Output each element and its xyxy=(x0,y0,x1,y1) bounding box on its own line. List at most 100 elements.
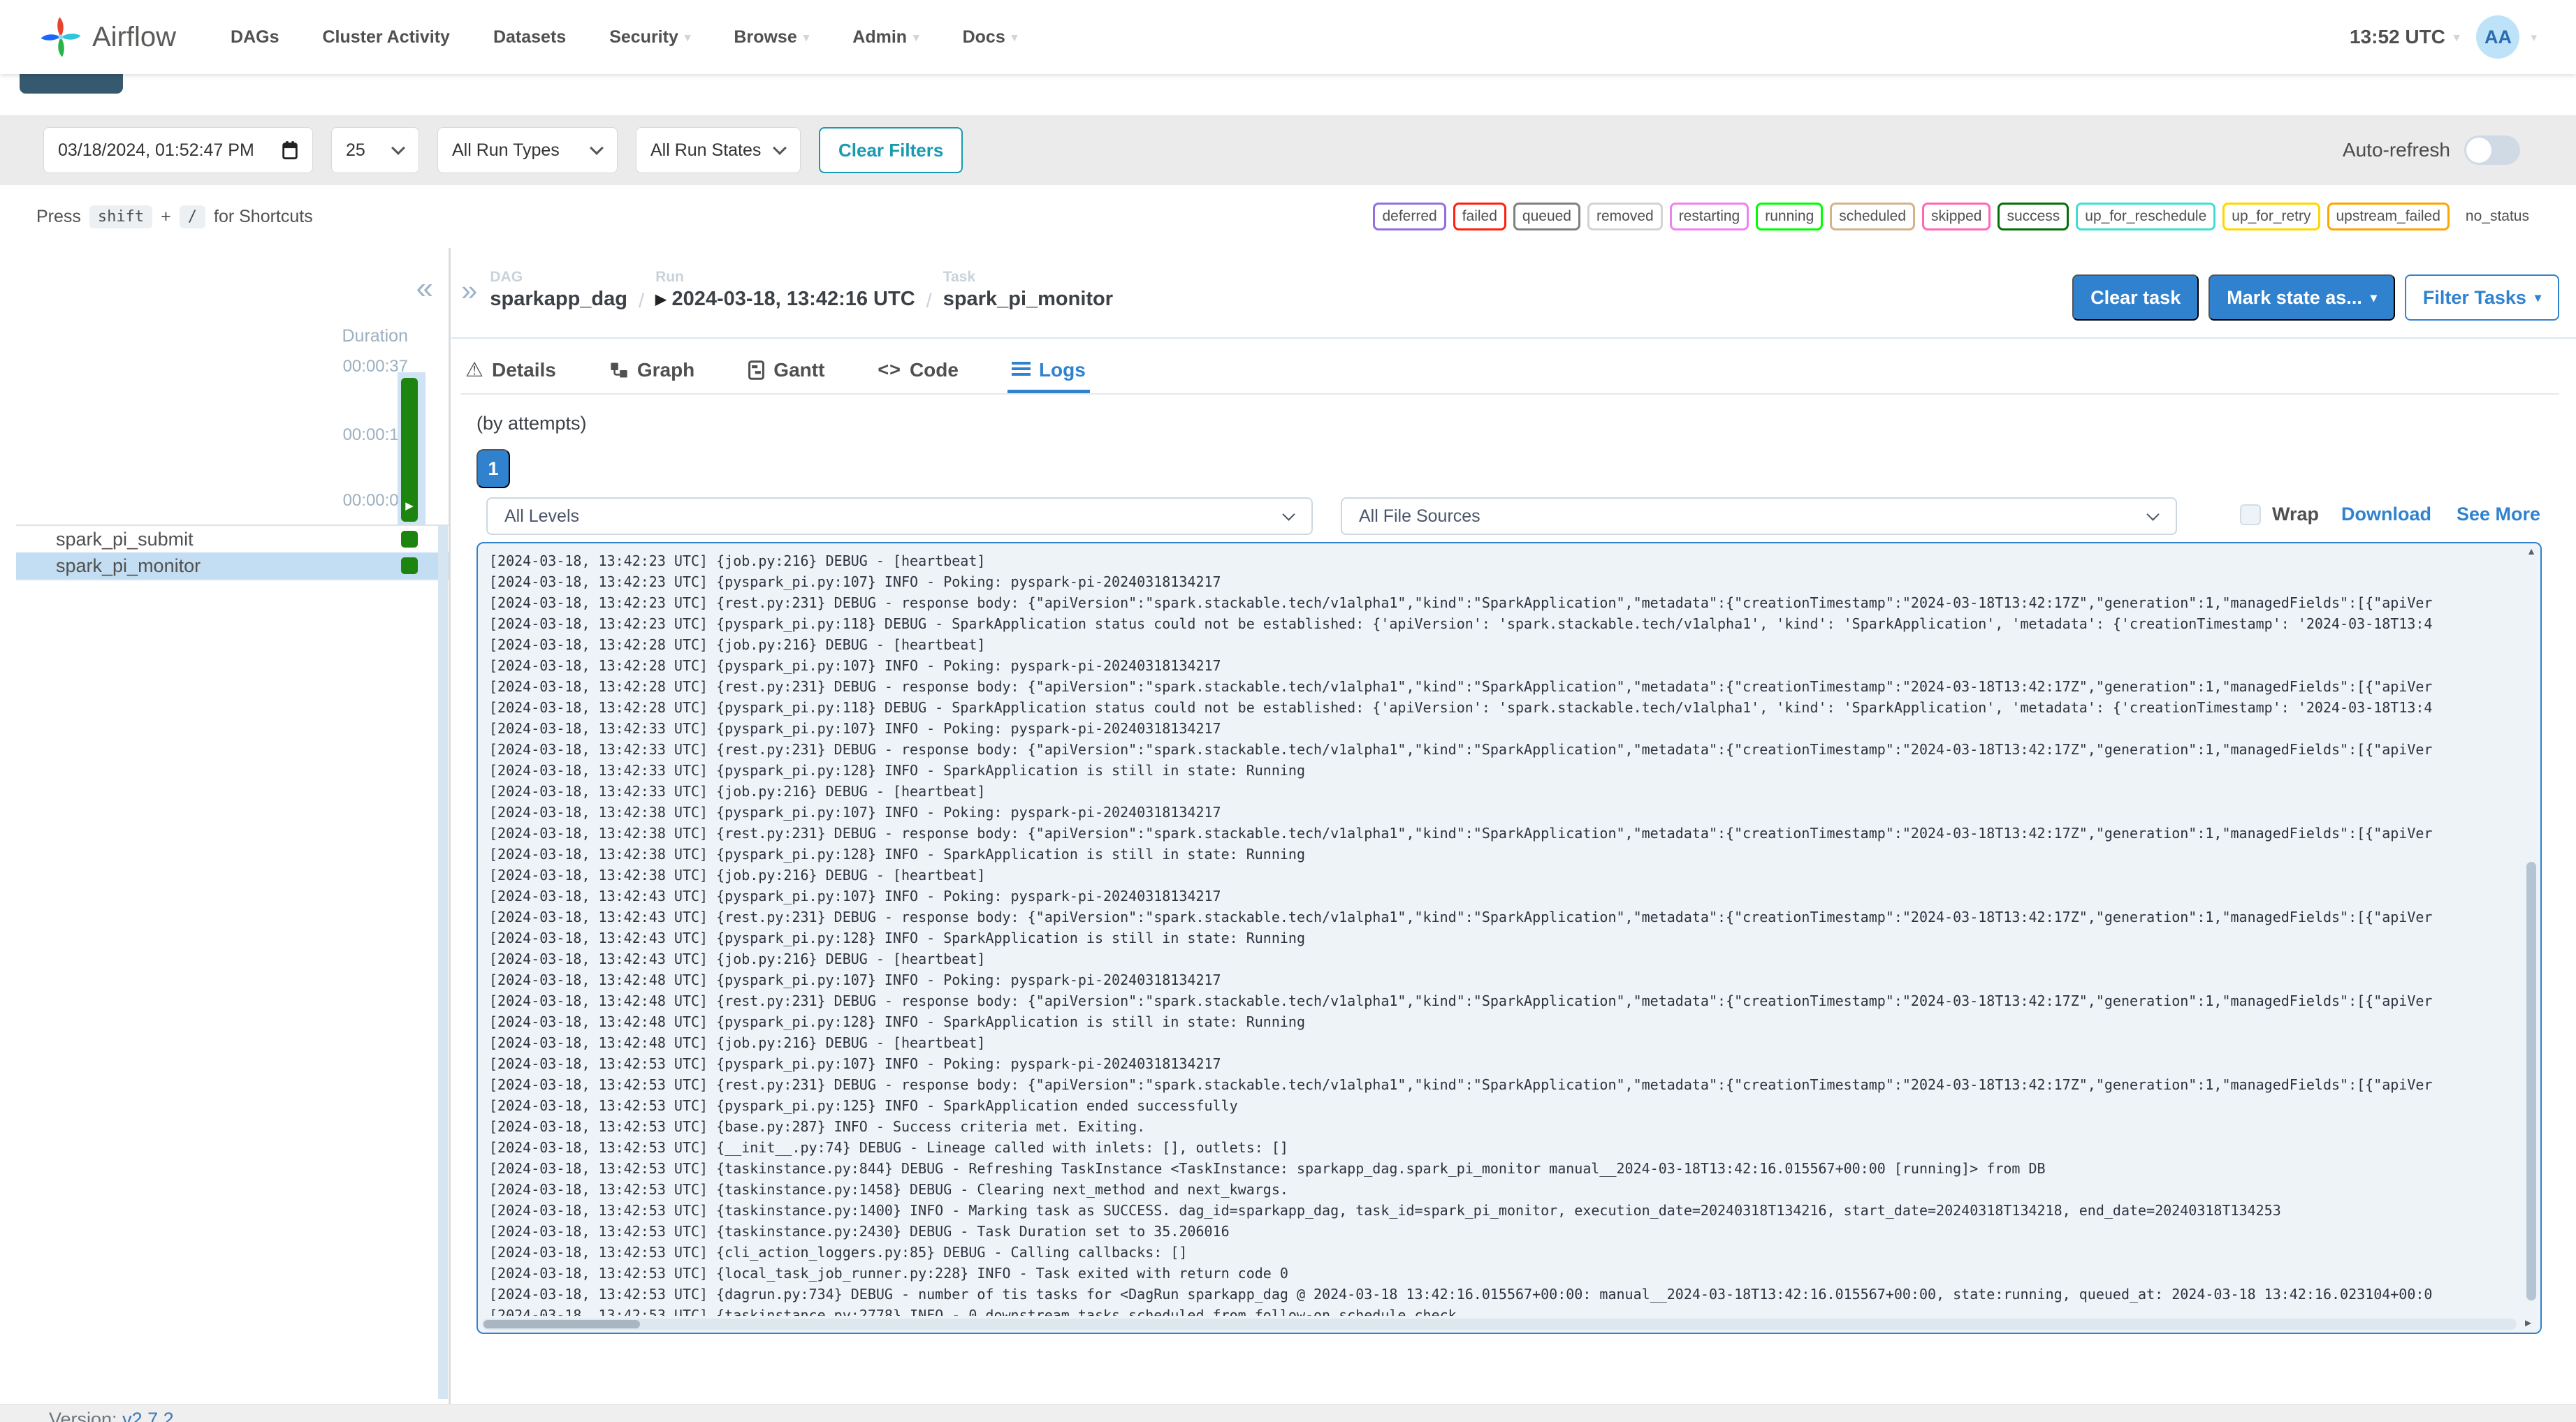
state-badge[interactable]: upstream_failed xyxy=(2327,203,2450,230)
mark-state-as-button[interactable]: Mark state as... ▾ xyxy=(2208,274,2395,321)
filter-tasks-button[interactable]: Filter Tasks ▾ xyxy=(2404,274,2559,321)
log-line: [2024-03-18, 13:42:23 UTC] {pyspark_pi.p… xyxy=(489,615,2433,632)
tab-graph[interactable]: Graph xyxy=(605,350,699,393)
nav-item-admin[interactable]: Admin ▾ xyxy=(852,27,919,47)
manual-run-play-icon: ▶ xyxy=(655,292,667,307)
state-badge[interactable]: running xyxy=(1756,203,1824,230)
nav-item-cluster-activity[interactable]: Cluster Activity xyxy=(323,27,450,47)
log-line: [2024-03-18, 13:42:53 UTC] {taskinstance… xyxy=(489,1160,2046,1177)
log-line: [2024-03-18, 13:42:33 UTC] {pyspark_pi.p… xyxy=(489,762,1305,779)
clear-filters-button[interactable]: Clear Filters xyxy=(819,127,963,173)
state-badge[interactable]: no_status xyxy=(2456,203,2538,230)
state-badge[interactable]: queued xyxy=(1513,203,1580,230)
log-line: [2024-03-18, 13:42:53 UTC] {taskinstance… xyxy=(489,1202,2281,1219)
state-badge[interactable]: removed xyxy=(1587,203,1663,230)
log-line: [2024-03-18, 13:42:53 UTC] {pyspark_pi.p… xyxy=(489,1097,1238,1114)
task-name[interactable]: spark_pi_monitor xyxy=(943,288,1113,311)
horizontal-scroll-thumb[interactable] xyxy=(483,1320,640,1328)
chevron-down-icon: ▾ xyxy=(913,30,919,44)
nav-item-datasets[interactable]: Datasets xyxy=(493,27,566,47)
log-line: [2024-03-18, 13:42:43 UTC] {pyspark_pi.p… xyxy=(489,888,1221,904)
collapse-sidebar-icon[interactable]: « xyxy=(416,273,433,304)
scroll-right-icon[interactable]: ► xyxy=(2523,1318,2533,1328)
wrap-toggle[interactable]: Wrap xyxy=(2240,504,2319,525)
page-size-select[interactable]: 25 xyxy=(331,127,419,173)
tab-gantt[interactable]: Gantt xyxy=(743,350,829,393)
chevron-down-icon: ▾ xyxy=(2534,291,2541,305)
chevron-down-icon: ▾ xyxy=(1011,30,1018,44)
airflow-brand[interactable]: Airflow xyxy=(39,15,176,59)
task-label[interactable]: spark_pi_monitor xyxy=(56,555,201,577)
breadcrumb-separator: / xyxy=(639,290,645,312)
user-menu[interactable]: AA ▾ xyxy=(2476,15,2537,59)
task-row-spark-pi-monitor[interactable]: spark_pi_monitor xyxy=(16,552,449,579)
log-line: [2024-03-18, 13:42:23 UTC] {pyspark_pi.p… xyxy=(489,573,1221,590)
run-name[interactable]: ▶ 2024-03-18, 13:42:16 UTC xyxy=(655,288,915,311)
state-badge[interactable]: scheduled xyxy=(1830,203,1916,230)
log-horizontal-scrollbar[interactable] xyxy=(482,1319,2517,1330)
state-badge[interactable]: skipped xyxy=(1922,203,1991,230)
log-vertical-scrollbar[interactable]: ▲ xyxy=(2525,546,2538,1316)
log-line: [2024-03-18, 13:42:38 UTC] {pyspark_pi.p… xyxy=(489,846,1305,863)
state-badge[interactable]: restarting xyxy=(1669,203,1749,230)
breadcrumb: » DAG sparkapp_dag / Run ▶ 2024-03-18, 1… xyxy=(461,269,2559,321)
file-sources-select[interactable]: All File Sources xyxy=(1341,497,2177,535)
gantt-icon xyxy=(748,360,765,380)
log-line: [2024-03-18, 13:42:43 UTC] {pyspark_pi.p… xyxy=(489,930,1305,946)
run-states-select[interactable]: All Run States xyxy=(636,127,801,173)
log-line: [2024-03-18, 13:42:53 UTC] {rest.py:231}… xyxy=(489,1076,2433,1093)
details-icon: ⚠ xyxy=(465,359,483,381)
auto-refresh-label: Auto-refresh xyxy=(2342,139,2450,161)
state-badge[interactable]: deferred xyxy=(1373,203,1446,230)
run-types-select[interactable]: All Run Types xyxy=(437,127,618,173)
task-label[interactable]: spark_pi_submit xyxy=(56,529,194,550)
tab-details[interactable]: ⚠ Details xyxy=(461,350,560,393)
attempt-1-button[interactable]: 1 xyxy=(476,449,510,488)
nav-item-security[interactable]: Security ▾ xyxy=(609,27,690,47)
log-output: [2024-03-18, 13:42:23 UTC] {job.py:216} … xyxy=(476,542,2542,1334)
log-levels-select[interactable]: All Levels xyxy=(486,497,1313,535)
tab-code[interactable]: <> Code xyxy=(873,350,963,393)
nav-item-docs[interactable]: Docs ▾ xyxy=(963,27,1018,47)
by-attempts-label: (by attempts) xyxy=(476,413,587,434)
scroll-up-icon[interactable]: ▲ xyxy=(2525,546,2538,556)
clear-task-button[interactable]: Clear task xyxy=(2072,274,2199,321)
nav-item-dags[interactable]: DAGs xyxy=(231,27,279,47)
sidebar-scrollbar[interactable] xyxy=(438,526,448,1399)
wrap-checkbox[interactable] xyxy=(2240,504,2261,525)
task-state-square-success[interactable] xyxy=(401,557,418,574)
vertical-scroll-thumb[interactable] xyxy=(2526,861,2536,1300)
log-line: [2024-03-18, 13:42:28 UTC] {pyspark_pi.p… xyxy=(489,699,2433,716)
auto-refresh-toggle[interactable] xyxy=(2464,135,2520,165)
logs-icon xyxy=(1011,361,1031,379)
dag-name[interactable]: sparkapp_dag xyxy=(490,288,627,311)
task-state-square-success[interactable] xyxy=(401,531,418,548)
state-badge[interactable]: failed xyxy=(1453,203,1506,230)
log-line: [2024-03-18, 13:42:33 UTC] {job.py:216} … xyxy=(489,783,986,800)
calendar-icon[interactable] xyxy=(282,140,298,160)
version-link[interactable]: v2.7.2 xyxy=(122,1409,174,1422)
nav-item-browse[interactable]: Browse ▾ xyxy=(734,27,809,47)
code-icon: <> xyxy=(878,359,901,380)
see-more-link[interactable]: See More xyxy=(2457,504,2540,525)
avatar[interactable]: AA xyxy=(2476,15,2520,59)
task-row-spark-pi-submit[interactable]: spark_pi_submit xyxy=(16,526,449,552)
clock-dropdown[interactable]: 13:52 UTC ▾ xyxy=(2350,26,2459,48)
brand-name: Airflow xyxy=(92,21,177,52)
slash-key: / xyxy=(179,205,205,228)
chevron-down-icon: ▾ xyxy=(2453,30,2460,44)
log-line: [2024-03-18, 13:42:53 UTC] {local_task_j… xyxy=(489,1265,1288,1282)
expand-panel-icon[interactable]: » xyxy=(461,276,477,305)
download-log-link[interactable]: Download xyxy=(2341,504,2431,525)
base-date-input[interactable]: 03/18/2024, 01:52:47 PM xyxy=(43,127,313,173)
log-line: [2024-03-18, 13:42:53 UTC] {__init__.py:… xyxy=(489,1139,1288,1156)
log-line: [2024-03-18, 13:42:38 UTC] {rest.py:231}… xyxy=(489,825,2433,842)
airflow-logo-icon xyxy=(39,15,82,59)
chevron-down-icon: ▾ xyxy=(803,30,810,44)
state-badge[interactable]: success xyxy=(1998,203,2069,230)
state-badge[interactable]: up_for_retry xyxy=(2222,203,2320,230)
airflow-app: Airflow DAGs Cluster Activity Datasets S… xyxy=(0,0,2576,1422)
log-line: [2024-03-18, 13:42:53 UTC] {taskinstance… xyxy=(489,1307,1457,1316)
state-badge[interactable]: up_for_reschedule xyxy=(2076,203,2216,230)
tab-logs[interactable]: Logs xyxy=(1007,350,1090,393)
